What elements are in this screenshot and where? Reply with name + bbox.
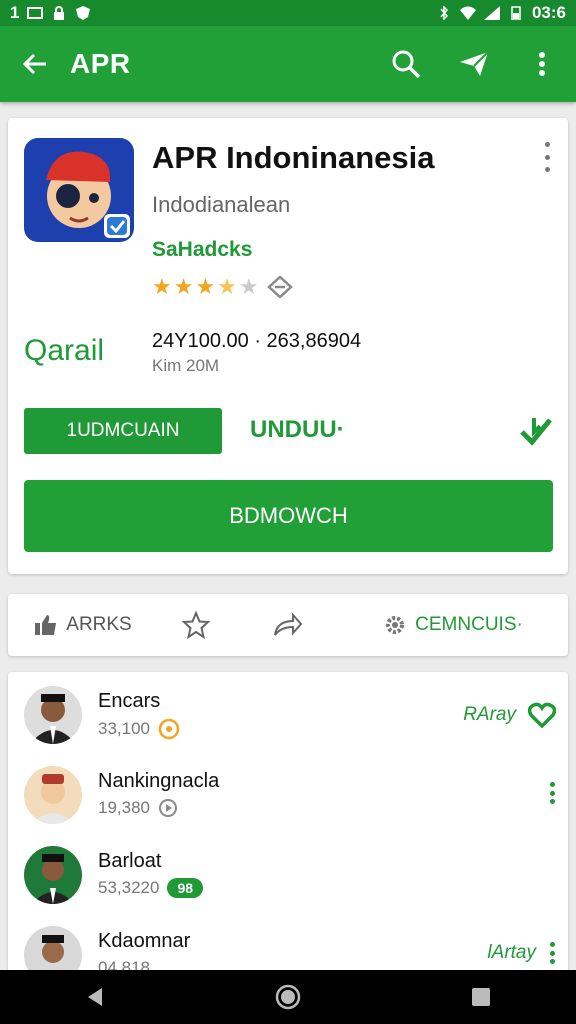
list-item-name: Encars: [98, 690, 161, 712]
tag-icon: [266, 276, 293, 298]
card-more-button[interactable]: [540, 142, 554, 172]
notification-icon: [27, 7, 44, 19]
star-half-icon: ★: [217, 274, 237, 299]
shield-icon: [76, 6, 91, 20]
download-link[interactable]: UNDUU·: [250, 416, 345, 444]
more-vert-icon[interactable]: [548, 942, 556, 964]
list-item-right-text: lArtay: [487, 942, 536, 963]
list-item-right: lArtay: [487, 942, 556, 964]
nav-home-icon[interactable]: [275, 984, 301, 1010]
like-action[interactable]: ARRKS: [8, 594, 158, 656]
action-row: ARRKS CEMNCUIS·: [8, 594, 568, 656]
list-item-right: [548, 782, 556, 804]
settings-action-label: CEMNCUIS·: [415, 614, 523, 635]
bluetooth-icon: [440, 6, 448, 20]
gear-icon: [386, 616, 405, 634]
status-right: 03:6: [436, 3, 566, 23]
app-icon: [24, 138, 134, 242]
app-developer[interactable]: Indodianalean: [152, 192, 290, 218]
share-action[interactable]: [233, 594, 343, 656]
avatar: [24, 926, 82, 972]
user-list: Encars 33,100 RAray Nankingnacla 19,380 …: [8, 672, 568, 972]
list-item-right-text: RAray: [463, 704, 516, 725]
avatar: [24, 766, 82, 824]
star-icon: ★: [195, 274, 216, 299]
list-item-count: 33,100: [98, 719, 150, 738]
list-item[interactable]: Encars 33,100 RAray: [8, 676, 568, 756]
like-action-label: ARRKS: [66, 614, 132, 635]
list-item-name: Barloat: [98, 850, 162, 872]
send-icon: [460, 51, 489, 76]
nav-recents-icon[interactable]: [470, 986, 492, 1008]
star-icon: ★: [152, 274, 172, 299]
list-item[interactable]: Kdaomnar 04,818 lArtay: [8, 916, 568, 972]
lock-icon: [54, 6, 65, 20]
list-item-name: Nankingnacla: [98, 770, 220, 792]
mascot-icon: [46, 151, 130, 238]
status-bar: 1 03:6: [0, 0, 576, 26]
list-item-badge: 98: [167, 878, 204, 898]
download-check-icon[interactable]: [518, 414, 554, 450]
star-action[interactable]: [158, 594, 233, 656]
list-item-meta: 19,380: [98, 798, 178, 818]
app-bar-title: APR: [70, 48, 131, 79]
status-left-text: 1: [10, 3, 20, 22]
app-tag: SaHadcks: [152, 238, 253, 261]
thumbs-up-icon: [35, 615, 57, 635]
signal-icon: [483, 6, 500, 20]
back-arrow-icon: [22, 53, 46, 75]
search-button[interactable]: [372, 26, 440, 102]
heart-icon[interactable]: [528, 702, 556, 728]
list-item-right: RAray: [463, 702, 556, 728]
play-circle-icon: [159, 799, 177, 817]
app-info-card: APR Indoninanesia Indodianalean SaHadcks…: [8, 118, 568, 574]
more-vert-icon[interactable]: [548, 782, 556, 804]
status-time: 03:6: [531, 3, 566, 22]
primary-small-button[interactable]: 1UDMCUAIN: [24, 408, 222, 454]
back-button[interactable]: [0, 26, 70, 102]
settings-action[interactable]: CEMNCUIS·: [343, 594, 563, 656]
send-button[interactable]: [440, 26, 508, 102]
wifi-icon: [459, 6, 476, 20]
stat-sub: Kim 20M: [152, 356, 220, 375]
system-nav-bar: [0, 970, 576, 1024]
more-vert-icon: [539, 52, 545, 76]
list-item-meta: 53,3220 98: [98, 878, 204, 898]
avatar: [24, 686, 82, 744]
timer-icon: [158, 718, 180, 740]
battery-icon: [511, 6, 521, 20]
list-item[interactable]: Barloat 53,3220 98: [8, 836, 568, 916]
list-item-name: Kdaomnar: [98, 930, 191, 952]
avatar: [24, 846, 82, 904]
star-empty-icon: ★: [238, 274, 259, 299]
more-menu-button[interactable]: [508, 26, 576, 102]
list-item-count: 53,3220: [98, 878, 160, 897]
app-name: APR Indoninanesia: [152, 140, 435, 175]
list-item[interactable]: Nankingnacla 19,380: [8, 756, 568, 836]
share-arrow-icon: [274, 613, 303, 636]
rating-stars: ★ ★ ★ ★ ★: [152, 274, 293, 300]
search-icon: [392, 50, 421, 79]
star-outline-icon: [181, 611, 210, 639]
list-item-meta: 33,100: [98, 718, 180, 740]
stat-values: 24Y100.00 · 263,86904: [152, 330, 362, 352]
nav-back-icon[interactable]: [84, 986, 106, 1008]
list-item-count: 19,380: [98, 798, 150, 817]
star-icon: ★: [173, 274, 194, 299]
app-bar: APR: [0, 26, 576, 102]
status-left: 1: [10, 3, 91, 23]
install-button[interactable]: BDMOWCH: [24, 480, 553, 552]
stat-label: Qarail: [24, 334, 105, 367]
